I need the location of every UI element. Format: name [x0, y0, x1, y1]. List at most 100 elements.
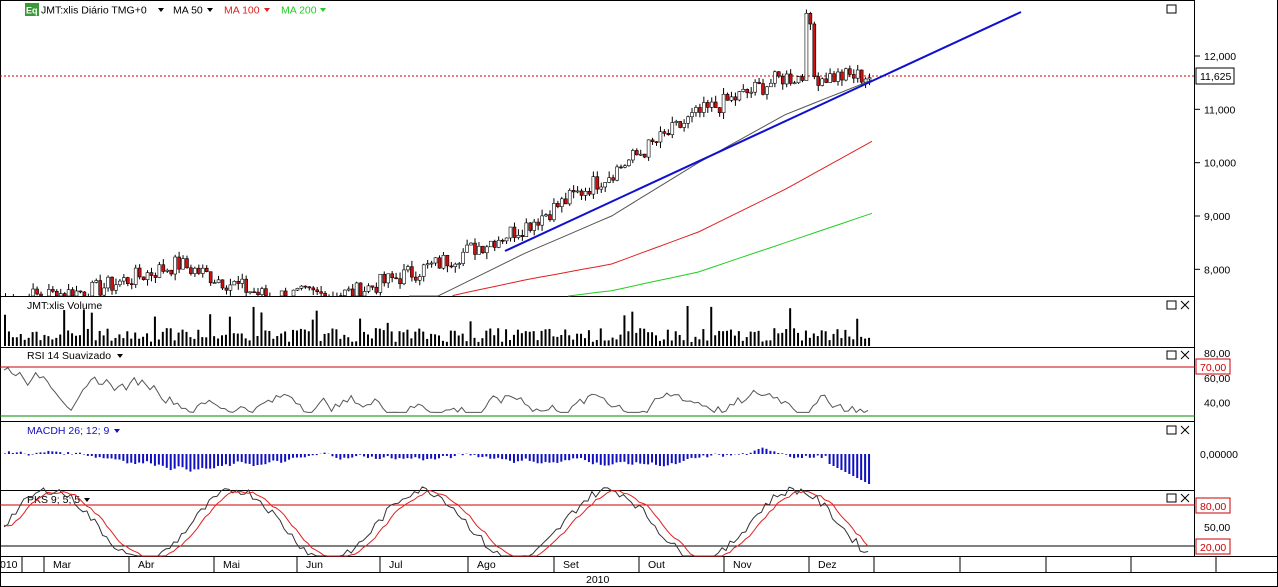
candle: [567, 190, 572, 205]
candle: [106, 276, 110, 289]
candle: [469, 242, 473, 246]
volume-bar: [449, 330, 452, 346]
ma50-label[interactable]: MA 50: [173, 5, 203, 17]
volume-bar: [363, 331, 366, 346]
macd-bar: [118, 454, 121, 460]
triangle-down-icon[interactable]: [117, 354, 123, 358]
volume-bar: [280, 333, 283, 346]
candle: [769, 82, 773, 88]
volume-bar: [832, 333, 835, 346]
volume-bar: [71, 333, 74, 346]
triangle-down-icon[interactable]: [320, 8, 326, 12]
triangle-down-icon[interactable]: [84, 498, 90, 502]
candle: [382, 273, 387, 284]
close-icon[interactable]: [1180, 493, 1190, 503]
macd-bar: [106, 454, 109, 459]
macd-bar: [382, 454, 385, 458]
candle: [264, 288, 268, 297]
candle: [51, 289, 55, 292]
maximize-icon[interactable]: [1166, 425, 1177, 435]
volume-bar: [382, 330, 385, 346]
volume-bar: [485, 330, 488, 346]
candle: [642, 153, 647, 158]
macd-bar: [209, 454, 212, 469]
triangle-down-icon[interactable]: [207, 8, 213, 12]
candle: [110, 276, 114, 291]
candle: [453, 263, 458, 267]
macd-bar: [836, 454, 839, 468]
triangle-down-icon[interactable]: [264, 8, 270, 12]
candle: [236, 281, 241, 284]
macd-bar: [647, 454, 650, 465]
candle: [670, 122, 675, 136]
volume-bar: [39, 340, 42, 346]
candle: [646, 139, 651, 158]
triangle-down-icon[interactable]: [114, 429, 120, 433]
volume-bar: [434, 334, 437, 346]
rsi-label[interactable]: RSI 14 Suavizado: [27, 350, 111, 362]
volume-bar: [126, 331, 129, 346]
macd-bar: [741, 453, 744, 454]
candle: [173, 256, 177, 275]
volume-bar: [868, 337, 871, 346]
macd-bar: [749, 452, 752, 454]
macd-bar: [177, 454, 180, 467]
volume-bar: [102, 335, 105, 346]
ma200-label[interactable]: MA 200: [281, 5, 317, 17]
volume-bar: [292, 329, 295, 346]
volume-bar: [552, 336, 555, 346]
candle: [82, 291, 87, 297]
candle: [307, 286, 312, 289]
trendline[interactable]: [504, 11, 1022, 252]
candle: [832, 73, 836, 82]
volume-bar: [11, 337, 14, 346]
candle: [816, 76, 821, 86]
volume-bar: [43, 334, 46, 346]
maximize-icon[interactable]: [1166, 4, 1177, 14]
candle: [94, 280, 99, 283]
macd-label[interactable]: MACDH 26; 12; 9: [27, 425, 109, 437]
close-icon[interactable]: [1180, 425, 1190, 435]
macd-bar: [374, 454, 377, 459]
volume-bar: [635, 332, 638, 346]
triangle-down-icon[interactable]: [158, 8, 164, 12]
maximize-icon[interactable]: [1166, 300, 1177, 310]
macd-bar: [544, 454, 547, 462]
candle: [812, 23, 817, 77]
macd-bar: [761, 447, 764, 454]
candle: [374, 286, 379, 293]
candle: [358, 282, 363, 297]
candle: [169, 269, 174, 275]
macd-bar: [264, 454, 267, 465]
volume-bar: [710, 306, 713, 346]
volume-bar: [264, 330, 267, 346]
pks-label[interactable]: PKS 9; 5; 5: [27, 494, 80, 506]
macd-bar: [868, 454, 871, 484]
volume-bar: [808, 337, 811, 346]
macd-bar: [213, 454, 216, 469]
macd-bar: [284, 454, 287, 462]
volume-bar: [94, 340, 97, 346]
candle: [177, 256, 181, 270]
macd-bar: [556, 454, 559, 463]
symbol-label[interactable]: JMT:xlis Diário TMG+0: [41, 5, 147, 17]
candle: [705, 102, 710, 108]
candle: [709, 101, 714, 108]
maximize-icon[interactable]: [1166, 350, 1177, 360]
macd-bar: [434, 454, 437, 460]
volume-bar: [35, 331, 38, 346]
macd-bar: [157, 454, 160, 465]
candle: [252, 291, 256, 294]
candle: [591, 176, 596, 195]
candle: [449, 265, 454, 268]
ma100-label[interactable]: MA 100: [224, 5, 260, 17]
candle: [855, 69, 860, 79]
close-icon[interactable]: [1180, 350, 1190, 360]
macd-bar: [422, 454, 425, 461]
volume-bar: [698, 339, 701, 346]
close-icon[interactable]: [1180, 300, 1190, 310]
maximize-icon[interactable]: [1166, 493, 1177, 503]
macd-bar: [552, 454, 555, 463]
macd-bar: [852, 454, 855, 476]
candle: [488, 240, 493, 248]
